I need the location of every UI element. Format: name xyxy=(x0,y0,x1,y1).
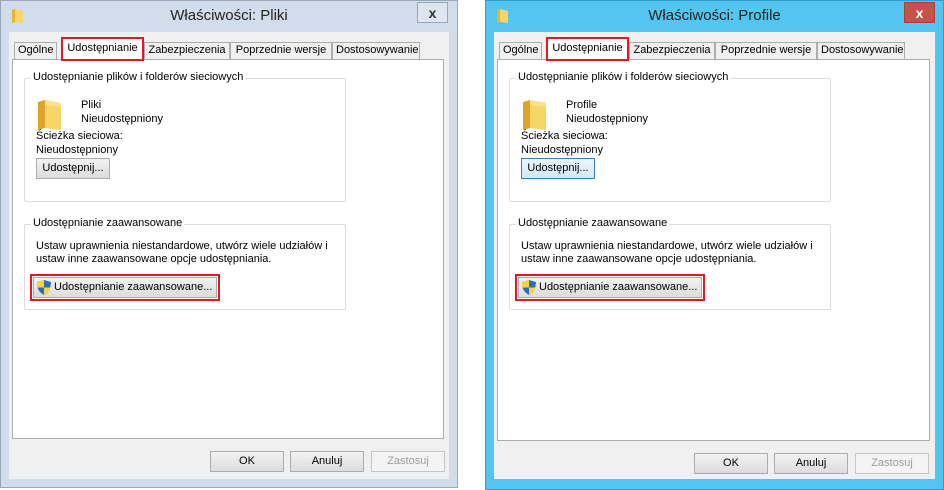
tab-previous-versions[interactable]: Poprzednie wersje xyxy=(230,42,332,59)
group-title: Udostępnianie zaawansowane xyxy=(516,217,670,229)
close-icon: x xyxy=(915,5,924,21)
share-button[interactable]: Udostępnij... xyxy=(36,158,110,179)
advanced-sharing-group: Udostępnianie zaawansowane Ustaw uprawni… xyxy=(24,217,346,310)
network-path-value: Nieudostępniony xyxy=(36,144,118,156)
tab-security[interactable]: Zabezpieczenia xyxy=(144,42,230,59)
uac-shield-icon xyxy=(522,280,536,295)
ok-button[interactable]: OK xyxy=(694,453,768,474)
sharing-panel: Udostępnianie plików i folderów sieciowy… xyxy=(12,59,444,439)
advanced-sharing-group: Udostępnianie zaawansowane Ustaw uprawni… xyxy=(509,217,831,310)
apply-button[interactable]: Zastosuj xyxy=(371,451,445,472)
tab-general[interactable]: Ogólne xyxy=(14,42,57,59)
tab-sharing[interactable]: Udostępnianie xyxy=(61,37,144,61)
advanced-description-line2: ustaw inne zaawansowane opcje udostępnia… xyxy=(36,253,272,265)
share-button[interactable]: Udostępnij... xyxy=(521,158,595,179)
folder-icon xyxy=(38,100,61,130)
network-sharing-group: Udostępnianie plików i folderów sieciowy… xyxy=(509,71,831,202)
cancel-button[interactable]: Anuluj xyxy=(290,451,364,472)
tab-general[interactable]: Ogólne xyxy=(499,42,542,59)
ok-button[interactable]: OK xyxy=(210,451,284,472)
network-path-value: Nieudostępniony xyxy=(521,144,603,156)
network-path-label: Ścieżka sieciowa: xyxy=(36,130,123,142)
tab-customize[interactable]: Dostosowywanie xyxy=(332,42,420,59)
advanced-sharing-button-label: Udostępnianie zaawansowane... xyxy=(539,281,698,293)
advanced-sharing-button[interactable]: Udostępnianie zaawansowane... xyxy=(30,274,220,301)
sharing-panel: Udostępnianie plików i folderów sieciowy… xyxy=(497,59,930,441)
window-title: Właściwości: Profile xyxy=(648,7,781,24)
advanced-sharing-button[interactable]: Udostępnianie zaawansowane... xyxy=(515,274,705,301)
folder-name: Pliki xyxy=(81,99,102,111)
tab-security[interactable]: Zabezpieczenia xyxy=(629,42,715,59)
dialog-client: Ogólne Udostępnianie Zabezpieczenia Popr… xyxy=(9,32,449,479)
folder-name: Profile xyxy=(566,99,598,111)
title-bar[interactable]: Właściwości: Pliki x xyxy=(1,1,457,31)
dialog-client: Ogólne Udostępnianie Zabezpieczenia Popr… xyxy=(494,32,935,479)
network-path-label: Ścieżka sieciowa: xyxy=(521,130,608,142)
window-title: Właściwości: Pliki xyxy=(170,7,288,24)
tab-sharing[interactable]: Udostępnianie xyxy=(546,37,629,61)
close-button[interactable]: x xyxy=(904,2,935,23)
advanced-sharing-button-label: Udostępnianie zaawansowane... xyxy=(54,281,213,293)
group-title: Udostępnianie zaawansowane xyxy=(31,217,185,229)
group-title: Udostępnianie plików i folderów sieciowy… xyxy=(31,71,246,83)
network-sharing-group: Udostępnianie plików i folderów sieciowy… xyxy=(24,71,346,202)
title-bar[interactable]: Właściwości: Profile x xyxy=(486,1,943,31)
folder-status: Nieudostępniony xyxy=(566,113,648,125)
close-icon: x xyxy=(428,5,437,21)
cancel-button[interactable]: Anuluj xyxy=(774,453,848,474)
tab-customize[interactable]: Dostosowywanie xyxy=(817,42,905,59)
advanced-description-line2: ustaw inne zaawansowane opcje udostępnia… xyxy=(521,253,757,265)
advanced-description-line1: Ustaw uprawnienia niestandardowe, utwórz… xyxy=(521,240,813,252)
properties-window-profile: Właściwości: Profile x Ogólne Udostępnia… xyxy=(485,0,944,490)
folder-icon xyxy=(523,100,546,130)
group-title: Udostępnianie plików i folderów sieciowy… xyxy=(516,71,731,83)
close-button[interactable]: x xyxy=(417,2,448,23)
folder-status: Nieudostępniony xyxy=(81,113,163,125)
apply-button[interactable]: Zastosuj xyxy=(855,453,929,474)
properties-window-pliki: Właściwości: Pliki x Ogólne Udostępniani… xyxy=(0,0,458,488)
uac-shield-icon xyxy=(37,280,51,295)
tab-previous-versions[interactable]: Poprzednie wersje xyxy=(715,42,817,59)
advanced-description-line1: Ustaw uprawnienia niestandardowe, utwórz… xyxy=(36,240,328,252)
